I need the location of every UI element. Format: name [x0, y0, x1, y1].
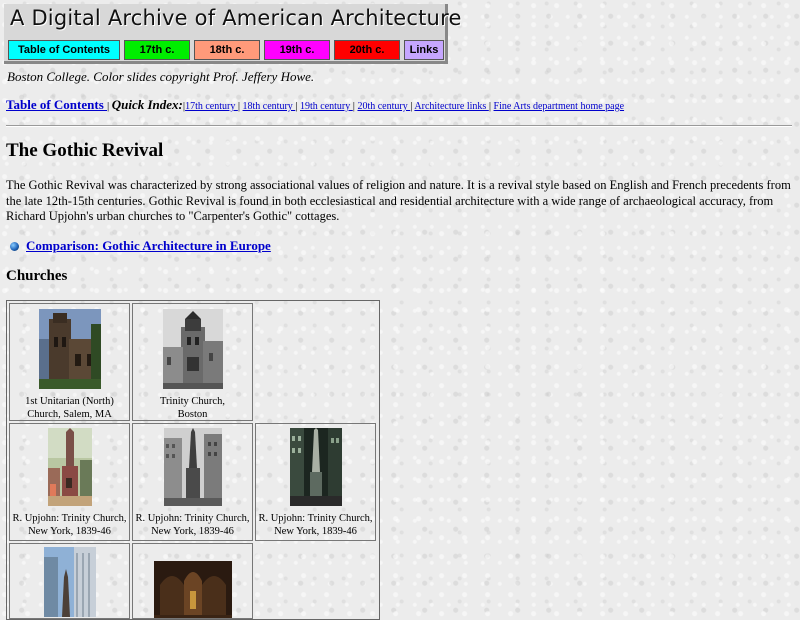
church-cell-7: [132, 543, 253, 619]
site-banner: A Digital Archive of American Architectu…: [4, 4, 461, 64]
link-20th-century[interactable]: 20th century: [357, 101, 410, 112]
thumbnail-1st-unitarian-church[interactable]: [38, 309, 101, 389]
church-cell-6: [9, 543, 130, 619]
thumbnail-trinity-church-ny-3[interactable]: [289, 428, 342, 506]
thumbnail-trinity-church-ny-1[interactable]: [47, 428, 92, 506]
church-cell-1: 1st Unitarian (North) Church, Salem, MA: [9, 303, 130, 421]
link-17th-century[interactable]: 17th century: [185, 101, 238, 112]
horizontal-divider: [6, 125, 792, 127]
church-caption-3: R. Upjohn: Trinity Church, New York, 1839…: [12, 513, 127, 537]
banner-title: A Digital Archive of American Architectu…: [10, 6, 462, 30]
banner-button-18th-c[interactable]: 18th c.: [194, 40, 260, 60]
banner-button-table-of-contents[interactable]: Table of Contents: [8, 40, 120, 60]
church-caption-4: R. Upjohn: Trinity Church, New York, 1839…: [135, 513, 250, 537]
link-fine-arts-home[interactable]: Fine Arts department home page: [494, 101, 625, 112]
quick-index-label: Quick Index:: [111, 97, 183, 112]
comparison-link[interactable]: Comparison: Gothic Architecture in Europ…: [26, 238, 271, 254]
comparison-item: Comparison: Gothic Architecture in Europ…: [10, 238, 271, 254]
church-cell-4: R. Upjohn: Trinity Church, New York, 1839…: [132, 423, 253, 541]
blue-ball-bullet-icon: [10, 241, 19, 251]
church-cell-3: R. Upjohn: Trinity Church, New York, 1839…: [9, 423, 130, 541]
thumbnail-church-tower-skyscraper[interactable]: [43, 547, 96, 617]
link-19th-century[interactable]: 19th century: [300, 101, 353, 112]
church-cell-2: Trinity Church, Boston: [132, 303, 253, 421]
credits-text: Boston College. Color slides copyright P…: [7, 69, 315, 84]
banner-button-17th-c[interactable]: 17th c.: [124, 40, 190, 60]
thumbnail-trinity-church-boston[interactable]: [162, 309, 223, 389]
thumbnail-trinity-church-ny-2[interactable]: [163, 428, 222, 506]
link-18th-century[interactable]: 18th century: [243, 101, 296, 112]
section-heading-churches: Churches: [6, 268, 68, 284]
link-architecture-links[interactable]: Architecture links: [414, 101, 488, 112]
toc-link[interactable]: Table of Contents: [6, 97, 107, 112]
church-cell-5: R. Upjohn: Trinity Church, New York, 1839…: [255, 423, 376, 541]
churches-thumbnail-table: 1st Unitarian (North) Church, Salem, MA T…: [6, 300, 380, 620]
quick-index-nav: Table of Contents | Quick Index:|17th ce…: [6, 97, 625, 112]
banner-button-links[interactable]: Links: [404, 40, 444, 60]
banner-button-20th-c[interactable]: 20th c.: [334, 40, 400, 60]
page-title: The Gothic Revival: [6, 140, 164, 161]
church-caption-2: Trinity Church, Boston: [160, 396, 225, 420]
thumbnail-church-interior[interactable]: [153, 561, 232, 619]
banner-button-19th-c[interactable]: 19th c.: [264, 40, 330, 60]
church-cell-8-empty: [255, 543, 376, 619]
church-caption-5: R. Upjohn: Trinity Church, New York, 1839…: [258, 513, 373, 537]
intro-paragraph: The Gothic Revival was characterized by …: [6, 178, 791, 223]
church-caption-1: 1st Unitarian (North) Church, Salem, MA: [25, 396, 114, 420]
